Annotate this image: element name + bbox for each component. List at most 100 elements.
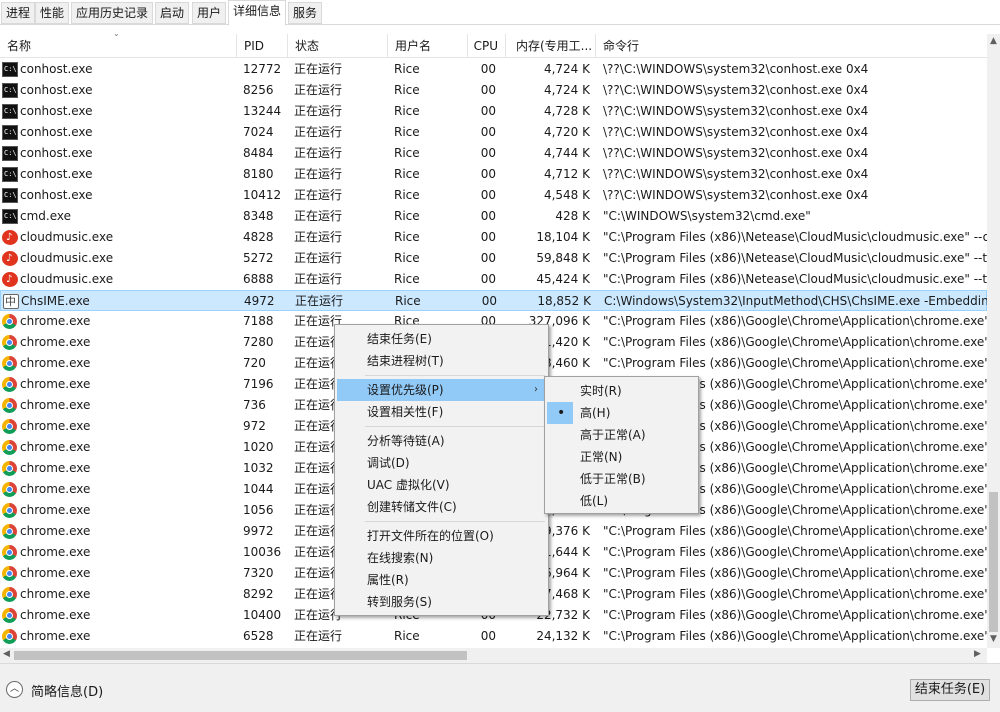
table-row[interactable]: cloudmusic.exe 5272 正在运行 Rice 00 59,848 K "C:\… [0,248,987,269]
menu-item[interactable]: UAC 虚拟化(V) [337,474,546,496]
table-row[interactable]: conhost.exe 10412 正在运行 Rice 00 4,548 K \??\C:\… [0,185,987,206]
process-name: conhost.exe [20,146,93,160]
tab-processes[interactable]: 进程 [1,2,36,24]
column-header-status[interactable]: 状态 [288,34,388,58]
table-row[interactable]: conhost.exe 8180 正在运行 Rice 00 4,712 K \??\C:\W… [0,164,987,185]
menu-item[interactable]: 属性(R) [337,569,546,591]
cell-mem: 18,104 K [536,230,590,244]
menu-item[interactable]: 结束任务(E) [337,328,546,350]
priority-menu-item[interactable]: 低于正常(B) [547,468,696,490]
chrome-icon [2,608,17,623]
table-row[interactable]: conhost.exe 13244 正在运行 Rice 00 4,728 K \??\C:\… [0,101,987,122]
priority-menu-item[interactable]: • 高(H) [547,402,696,424]
table-row[interactable]: cmd.exe 8348 正在运行 Rice 00 428 K "C:\WINDOWS\sy… [0,206,987,227]
cell-status: 正在运行 [294,209,343,223]
column-header-memory[interactable]: 内存(专用工... [506,34,596,58]
menu-item[interactable]: 调试(D) [337,452,546,474]
cell-cpu: 00 [480,62,496,76]
priority-menu-item-label: 低于正常(B) [580,472,646,486]
menu-item[interactable]: 设置优先级(P) › [337,379,546,401]
menu-item-label: 设置优先级(P) [367,383,444,397]
vertical-scroll-thumb[interactable] [989,492,998,632]
horizontal-scroll-thumb[interactable] [14,651,467,660]
priority-menu-item-label: 高于正常(A) [580,428,646,442]
chrome-icon [2,356,17,371]
process-name: cmd.exe [20,209,72,223]
menu-item[interactable]: 创建转储文件(C) [337,496,546,518]
priority-menu-item[interactable]: 实时(R) [547,380,696,402]
menu-item[interactable]: 设置相关性(F) [337,401,546,423]
vertical-scrollbar[interactable]: ▲ ▼ [987,34,1000,648]
scroll-right-icon[interactable]: ▶ [974,649,981,659]
process-name: chrome.exe [20,335,91,349]
console-icon [2,122,18,143]
cell-cmd: \??\C:\WINDOWS\system32\conhost.exe 0x4 [603,167,869,181]
tab-startup[interactable]: 启动 [155,2,190,24]
cell-pid: 8292 [243,587,274,601]
menu-item[interactable]: 打开文件所在的位置(O) [337,525,546,547]
column-header-command-line[interactable]: 命令行 [596,34,987,58]
console-icon [2,185,18,206]
cell-pid: 1044 [243,482,274,496]
process-name: chrome.exe [20,503,91,517]
process-name: chrome.exe [20,587,91,601]
process-name: cloudmusic.exe [20,230,114,244]
scroll-up-icon[interactable]: ▲ [990,36,997,46]
chrome-icon [2,503,17,518]
tab-app-history[interactable]: 应用历史记录 [71,2,154,24]
table-row[interactable]: chrome.exe 6528 正在运行 Rice 00 24,132 K "C:\Prog… [0,626,987,647]
table-row[interactable]: conhost.exe 8256 正在运行 Rice 00 4,724 K \??\C:\W… [0,80,987,101]
cell-pid: 1020 [243,440,274,454]
end-task-button[interactable]: 结束任务(E) [910,679,990,701]
priority-menu-item[interactable]: 正常(N) [547,446,696,468]
menu-item[interactable]: 在线搜索(N) [337,547,546,569]
process-name: chrome.exe [20,419,91,433]
cell-mem: 45,424 K [536,272,590,286]
horizontal-scrollbar[interactable]: ◀ ▶ [0,648,987,663]
scroll-down-icon[interactable]: ▼ [990,634,997,644]
console-icon [2,59,18,80]
cell-cmd: "C:\Program Files (x86)\Google\Chrome\Ap… [603,608,987,622]
scroll-left-icon[interactable]: ◀ [3,649,10,659]
cell-cmd: \??\C:\WINDOWS\system32\conhost.exe 0x4 [603,83,869,97]
menu-item[interactable]: 结束进程树(T) [337,350,546,372]
cell-pid: 972 [243,419,266,433]
column-header-cpu[interactable]: CPU [468,34,506,58]
cell-user: Rice [394,188,420,202]
tab-users[interactable]: 用户 [192,2,227,24]
cell-cmd: "C:\Program Files (x86)\Google\Chrome\Ap… [603,545,987,559]
table-row[interactable]: conhost.exe 8484 正在运行 Rice 00 4,744 K \??\C:\W… [0,143,987,164]
table-row[interactable]: cloudmusic.exe 6888 正在运行 Rice 00 45,424 K "C:\… [0,269,987,290]
table-row[interactable]: ChsIME.exe 4972 正在运行 Rice 00 18,852 K C:\Windo… [0,290,987,312]
priority-menu-item[interactable]: 高于正常(A) [547,424,696,446]
table-row[interactable]: conhost.exe 7024 正在运行 Rice 00 4,720 K \??\C:\W… [0,122,987,143]
table-row[interactable]: conhost.exe 12772 正在运行 Rice 00 4,724 K \??\C:\… [0,59,987,80]
tab-services[interactable]: 服务 [288,2,323,24]
fewer-details-link[interactable]: 简略信息(D) [31,681,103,700]
column-header-user[interactable]: 用户名 [388,34,468,58]
cell-cmd: "C:\WINDOWS\system32\cmd.exe" [603,209,811,223]
priority-menu-item[interactable]: 低(L) [547,490,696,512]
cell-pid: 8256 [243,83,274,97]
priority-menu-item-label: 高(H) [580,406,611,420]
cell-cpu: 00 [480,83,496,97]
cloudmusic-icon [2,227,18,248]
tab-performance[interactable]: 性能 [35,2,70,24]
cell-user: Rice [395,294,421,308]
console-icon [2,143,18,164]
cell-mem: 4,720 K [543,125,590,139]
column-header-pid[interactable]: PID [237,34,288,58]
cell-status: 正在运行 [294,83,343,97]
process-name: conhost.exe [20,125,93,139]
chevron-up-icon[interactable]: ︿ [6,681,23,698]
process-name: chrome.exe [20,377,91,391]
process-name: conhost.exe [20,188,93,202]
cell-mem: 4,728 K [543,104,590,118]
menu-item[interactable]: 分析等待链(A) [337,430,546,452]
cell-user: Rice [394,83,420,97]
table-row[interactable]: cloudmusic.exe 4828 正在运行 Rice 00 18,104 K "C:\… [0,227,987,248]
menu-item[interactable]: 转到服务(S) [337,591,546,613]
tab-details[interactable]: 详细信息 [228,0,287,26]
cell-cpu: 00 [480,188,496,202]
cell-status: 正在运行 [294,125,343,139]
